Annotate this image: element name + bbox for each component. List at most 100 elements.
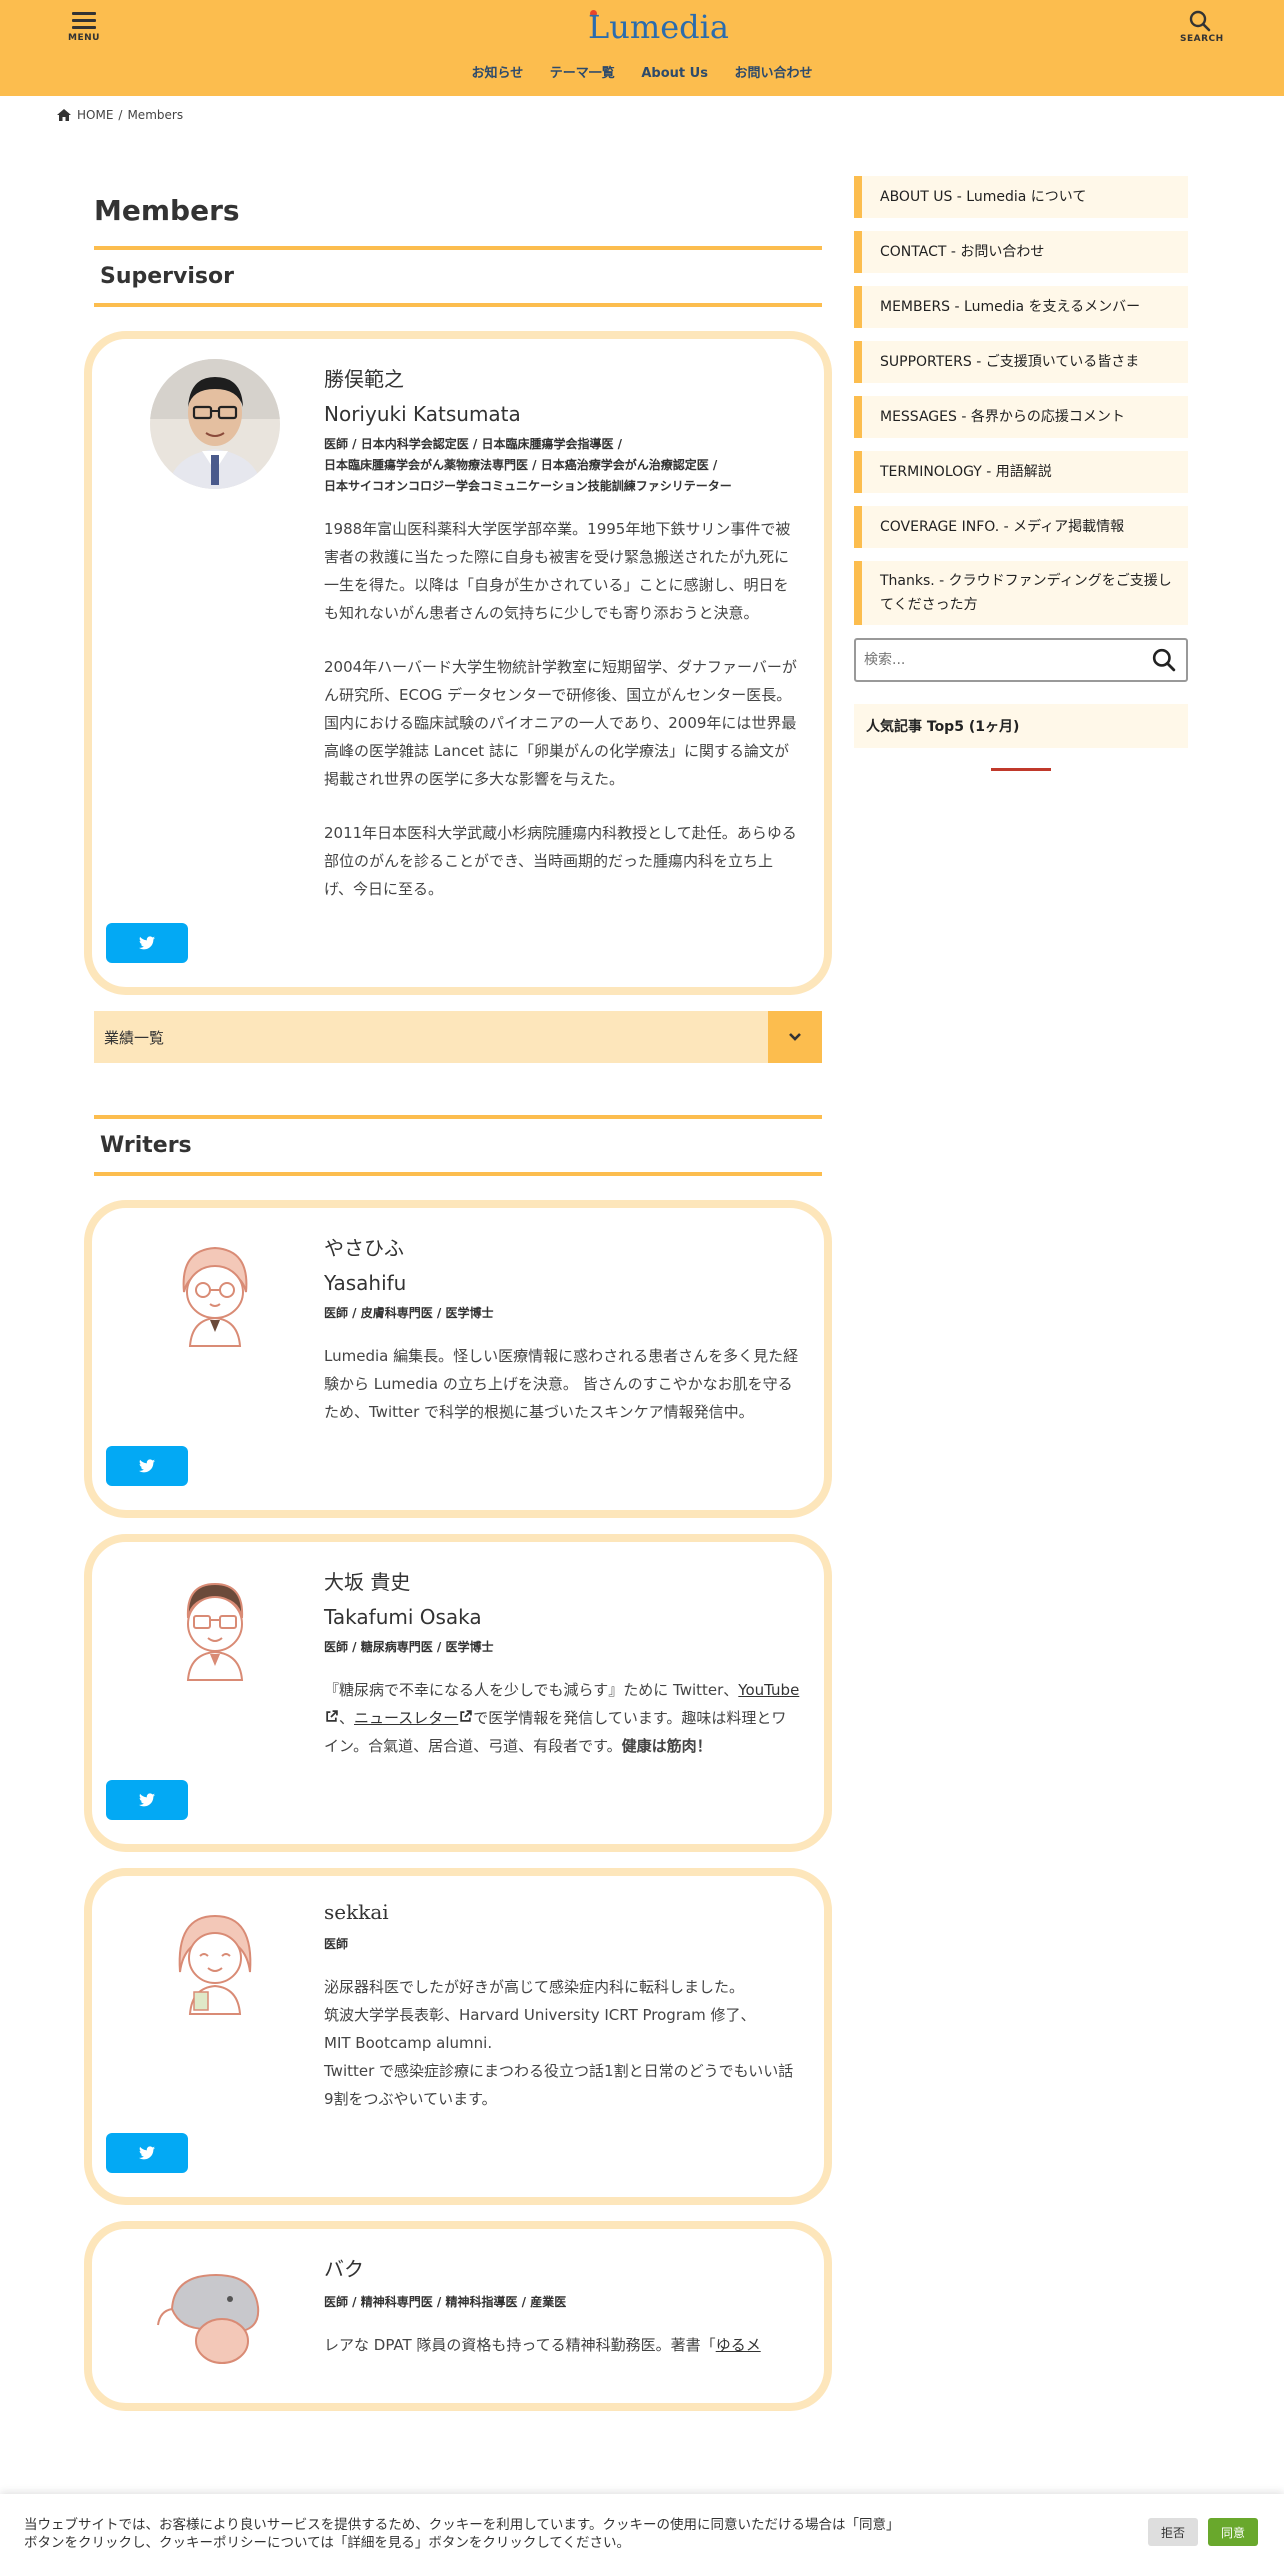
member-credentials: 医師 / 日本内科学会認定医 / 日本臨床腫瘍学会指導医 / 日本臨床腫瘍学会が… (324, 437, 732, 493)
bio-paragraph: レアな DPAT 隊員の資格も持ってる精神科勤務医。著書「ゆるメ (324, 2331, 800, 2359)
site-logo[interactable]: Lumedia (588, 4, 729, 48)
sidebar-link-contact[interactable]: CONTACT - お問い合わせ (854, 231, 1188, 273)
page-title: Members (94, 194, 240, 227)
nav-news[interactable]: お知らせ (472, 62, 524, 81)
member-bio: レアな DPAT 隊員の資格も持ってる精神科勤務医。著書「ゆるメ (324, 2331, 800, 2359)
menu-icon (72, 12, 96, 29)
loading-bar (991, 768, 1051, 771)
sidebar: ABOUT US - Lumedia について CONTACT - お問い合わせ… (854, 176, 1188, 771)
twitter-icon (139, 2146, 155, 2160)
cookie-accept-button[interactable]: 同意 (1208, 2518, 1258, 2546)
nav-about[interactable]: About Us (641, 66, 708, 81)
sidebar-link-about[interactable]: ABOUT US - Lumedia について (854, 176, 1188, 218)
member-credentials: 医師 / 糖尿病専門医 / 医学博士 (324, 1640, 494, 1654)
twitter-button[interactable] (106, 1780, 188, 1820)
logo-text: Lumedia (588, 8, 729, 46)
member-name-jp: 勝俣範之 (324, 367, 404, 391)
avatar-osaka (150, 1562, 280, 1692)
sidebar-link-messages[interactable]: MESSAGES - 各界からの応援コメント (854, 396, 1188, 438)
avatar-yasahifu (150, 1228, 280, 1358)
menu-label: MENU (68, 33, 100, 43)
bio-paragraph: 2011年日本医科大学武蔵小杉病院腫瘍内科教授として赴任。あらゆる部位のがんを診… (324, 824, 797, 898)
twitter-button[interactable] (106, 2133, 188, 2173)
bio-text: 、 (339, 1709, 355, 1727)
sidebar-link-thanks[interactable]: Thanks. - クラウドファンディングをご支援してくださった方 (854, 561, 1188, 625)
member-card-baku: バク 医師 / 精神科専門医 / 精神科指導医 / 産業医 レアな DPAT 隊… (84, 2221, 832, 2411)
home-icon (57, 109, 71, 121)
bio-line: 泌尿器科医でしたが好きが高じて感染症内科に転科しました。 (324, 1978, 745, 1996)
member-bio: 『糖尿病で不幸になる人を少しでも減らす』ために Twitter、YouTube 、… (324, 1676, 800, 1760)
popular-articles-title: 人気記事 Top5 (1ヶ月) (854, 704, 1188, 748)
breadcrumb-separator: / (118, 108, 123, 122)
external-link-icon (460, 1710, 473, 1722)
member-name-jp: 大坂 貴史 (324, 1570, 411, 1594)
newsletter-link[interactable]: ニュースレター (354, 1709, 458, 1727)
twitter-icon (139, 936, 155, 950)
member-card-sekkai: sekkai 医師 泌尿器科医でしたが好きが高じて感染症内科に転科しました。 筑波… (84, 1868, 832, 2205)
breadcrumb-home[interactable]: HOME (77, 108, 113, 122)
bio-paragraph: 泌尿器科医でしたが好きが高じて感染症内科に転科しました。 筑波大学学長表彰、Har… (324, 1973, 800, 2113)
search-icon[interactable] (1152, 648, 1176, 672)
member-bio: 1988年富山医科薬科大学医学部卒業。1995年地下鉄サリン事件で被害者の救護に… (324, 515, 800, 903)
cookie-reject-button[interactable]: 拒否 (1148, 2518, 1198, 2546)
cookie-text: 当ウェブサイトでは、お客様により良いサービスを提供するため、クッキーを利用してい… (24, 2517, 900, 2551)
twitter-button[interactable] (106, 1446, 188, 1486)
bio-line: MIT Bootcamp alumni. (324, 2034, 493, 2052)
chevron-down-icon (768, 1011, 822, 1063)
nav-themes[interactable]: テーマ一覧 (550, 62, 615, 81)
section-title-supervisor: Supervisor (94, 246, 822, 307)
cookie-banner: 当ウェブサイトでは、お客様により良いサービスを提供するため、クッキーを利用してい… (0, 2494, 1284, 2568)
bio-bold: 健康は筋肉！ (621, 1737, 712, 1755)
member-name-en: Yasahifu (324, 1271, 407, 1295)
avatar-katsumata (150, 359, 280, 489)
bio-text: レアな DPAT 隊員の資格も持ってる精神科勤務医。著書「 (324, 2336, 716, 2354)
member-credentials: 医師 / 精神科専門医 / 精神科指導医 / 産業医 (324, 2295, 567, 2309)
avatar-baku (150, 2249, 280, 2379)
member-credentials: 医師 / 皮膚科専門医 / 医学博士 (324, 1306, 494, 1320)
sidebar-link-members[interactable]: MEMBERS - Lumedia を支えるメンバー (854, 286, 1188, 328)
avatar-sekkai (150, 1896, 280, 2026)
sidebar-link-terminology[interactable]: TERMINOLOGY - 用語解説 (854, 451, 1188, 493)
section-title-writers: Writers (94, 1115, 822, 1176)
bio-text: 『糖尿病で不幸になる人を少しでも減らす』ために Twitter、 (324, 1681, 739, 1699)
bio-line: 筑波大学学長表彰、Harvard University ICRT Program… (324, 2006, 756, 2024)
member-card-osaka: 大坂 貴史 Takafumi Osaka 医師 / 糖尿病専門医 / 医学博士 … (84, 1534, 832, 1852)
member-name-jp: バク (324, 2257, 364, 2281)
breadcrumb: HOME / Members (56, 108, 183, 122)
bio-line: Twitter で感染症診療にまつわる役立つ話1割と日常のどうでもいい話9割をつ… (324, 2062, 794, 2108)
member-bio: Lumedia 編集長。怪しい医療情報に惑わされる患者さんを多く見た経験から L… (324, 1342, 800, 1426)
search-button[interactable]: SEARCH (1180, 8, 1224, 44)
accordion-label: 業績一覧 (104, 1028, 165, 1047)
member-name-en: Takafumi Osaka (324, 1605, 482, 1629)
member-card-katsumata: 勝俣範之 Noriyuki Katsumata 医師 / 日本内科学会認定医 /… (84, 331, 832, 995)
bio-paragraph: 『糖尿病で不幸になる人を少しでも減らす』ために Twitter、YouTube 、… (324, 1676, 800, 1760)
site-header: MENU Lumedia SEARCH お知らせ テーマ一覧 About Us … (0, 0, 1284, 96)
member-credentials: 医師 (324, 1937, 349, 1951)
sidebar-link-supporters[interactable]: SUPPORTERS - ご支援頂いている皆さま (854, 341, 1188, 383)
main-content: Members Supervisor 勝俣範之 Noriyuki Katsuma… (84, 176, 832, 2427)
bio-paragraph: Lumedia 編集長。怪しい医療情報に惑わされる患者さんを多く見た経験から L… (324, 1347, 799, 1421)
global-nav: お知らせ テーマ一覧 About Us お問い合わせ (0, 62, 1284, 81)
sidebar-link-coverage[interactable]: COVERAGE INFO. - メディア掲載情報 (854, 506, 1188, 548)
search-label: SEARCH (1180, 34, 1224, 44)
member-name-en: Noriyuki Katsumata (324, 402, 521, 426)
search-icon (1189, 10, 1211, 32)
menu-button[interactable]: MENU (68, 8, 100, 43)
twitter-icon (139, 1793, 155, 1807)
external-link-icon (326, 1710, 338, 1722)
member-card-yasahifu: やさひふ Yasahifu 医師 / 皮膚科専門医 / 医学博士 Lumedia… (84, 1200, 832, 1518)
twitter-button[interactable] (106, 923, 188, 963)
member-name-jp: やさひふ (324, 1236, 404, 1260)
search-input[interactable] (856, 640, 1136, 680)
nav-contact[interactable]: お問い合わせ (734, 62, 812, 81)
member-bio: 泌尿器科医でしたが好きが高じて感染症内科に転科しました。 筑波大学学長表彰、Har… (324, 1973, 800, 2113)
member-name-jp: sekkai (324, 1900, 389, 1924)
book-link[interactable]: ゆるメ (716, 2336, 761, 2354)
achievements-accordion[interactable]: 業績一覧 (94, 1011, 822, 1063)
bio-paragraph: 2004年ハーバード大学生物統計学教室に短期留学、ダナファーバーがん研究所、EC… (324, 658, 797, 788)
youtube-link[interactable]: YouTube (738, 1681, 799, 1699)
twitter-icon (139, 1459, 155, 1473)
sidebar-search (854, 638, 1188, 682)
bio-paragraph: 1988年富山医科薬科大学医学部卒業。1995年地下鉄サリン事件で被害者の救護に… (324, 520, 791, 622)
breadcrumb-current: Members (127, 108, 184, 122)
